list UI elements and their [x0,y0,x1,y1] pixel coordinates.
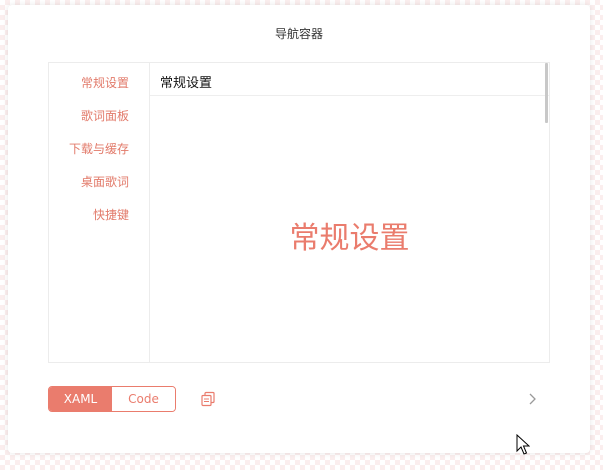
card-title: 导航容器 [274,27,323,41]
demo-card: 导航容器 常规设置 歌词面板 下载与缓存 桌面歌词 快捷键 常规设置 常规设置 … [8,5,590,453]
content-page-text: 常规设置 [289,221,410,256]
content-scrollbar[interactable] [545,63,548,123]
xaml-tab-button[interactable]: XAML [49,387,112,411]
chevron-right-icon[interactable] [526,392,538,406]
nav-content-pane: 常规设置 常规设置 [150,63,549,362]
nav-item-general-settings[interactable]: 常规设置 [81,74,129,91]
nav-item-desktop-lyrics[interactable]: 桌面歌词 [81,173,129,190]
code-tab-button[interactable]: Code [112,387,175,411]
content-header-title: 常规设置 [160,76,213,91]
nav-item-download-cache[interactable]: 下载与缓存 [69,140,129,157]
copy-icon[interactable] [200,391,216,407]
nav-sidebar: 常规设置 歌词面板 下载与缓存 桌面歌词 快捷键 [49,63,150,362]
content-header: 常规设置 [150,63,549,96]
nav-item-shortcuts[interactable]: 快捷键 [93,206,129,223]
nav-item-lyrics-panel[interactable]: 歌词面板 [81,107,129,124]
code-view-toggle: XAML Code [48,386,176,412]
mouse-cursor-icon [516,434,530,455]
navigation-container: 常规设置 歌词面板 下载与缓存 桌面歌词 快捷键 常规设置 常规设置 [48,62,550,363]
